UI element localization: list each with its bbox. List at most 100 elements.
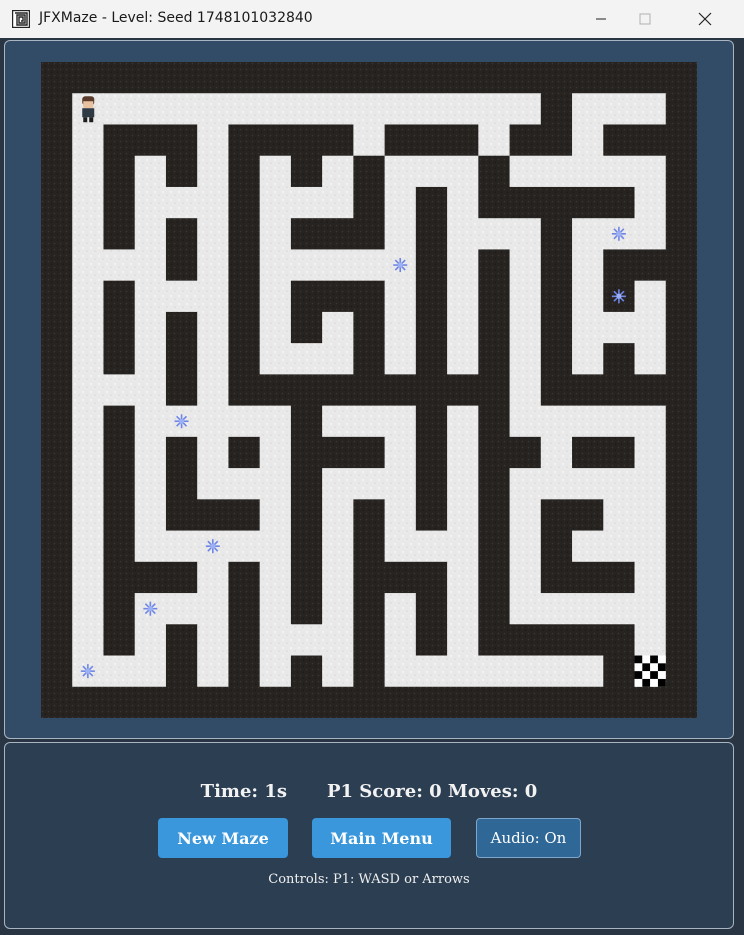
maze-floor [72,343,104,375]
maze-floor [134,499,167,532]
close-icon [698,12,712,26]
maze-floor [72,530,104,563]
maze-wall [259,62,292,94]
maze-floor [259,155,292,188]
snowflake-gem-icon [611,289,626,304]
maze-floor [634,186,667,219]
main-menu-button[interactable]: Main Menu [312,818,451,858]
maze-wall [353,686,386,718]
maze-wall [384,686,417,718]
maze-floor [134,155,167,188]
maze-wall [228,624,261,657]
maze-floor [634,436,667,469]
maze-floor [259,93,292,125]
maze-floor [603,155,636,188]
maze-floor [634,468,667,500]
maze-wall [165,468,198,500]
maze-wall [290,62,323,94]
maze-wall [478,468,511,500]
maze-wall [259,374,292,407]
maze-wall [353,655,386,688]
maze-wall [41,468,73,500]
maze-wall [665,624,697,657]
maze-wall [353,186,386,219]
maze-wall [353,280,386,313]
maze-floor [197,249,229,282]
maze-wall [572,436,604,469]
maze-wall [103,436,136,469]
maze-wall [41,686,73,718]
maze-wall [478,499,511,532]
audio-toggle-button[interactable]: Audio: On [476,818,581,858]
maze-wall [165,311,198,344]
maze-floor [322,155,354,188]
maze-wall [290,593,323,625]
maze-floor [603,405,636,438]
maze-floor [447,249,479,282]
maze-floor [259,530,292,563]
maze-wall [353,62,386,94]
maze-floor [322,561,354,594]
maze-wall [103,280,136,313]
maze-wall [228,62,261,94]
maze-floor [72,624,104,657]
maze-wall [415,249,448,282]
maze-wall [103,311,136,344]
maze-wall [41,655,73,688]
maze-floor [415,155,448,188]
maze-wall [290,218,323,250]
maze-wall [415,686,448,718]
maze-wall [384,124,417,157]
maze-floor [134,218,167,250]
maze-floor [322,405,354,438]
maze-wall [228,311,261,344]
maze-floor [134,311,167,344]
maze-floor [572,218,604,250]
maze-floor [384,93,417,125]
maze-wall [447,62,479,94]
maze-wall [228,280,261,313]
maze-floor [197,655,229,688]
maze-wall [665,124,697,157]
maximize-button[interactable] [616,0,674,38]
maze-wall [41,280,73,313]
maze-wall [665,311,697,344]
maze-floor [509,468,542,500]
maze-wall [103,405,136,438]
new-maze-button[interactable]: New Maze [158,818,288,858]
maze-wall [634,374,667,407]
maze-floor [322,343,354,375]
maze-floor [447,343,479,375]
maze-floor [134,93,167,125]
maze-wall [540,343,573,375]
maze-wall [353,374,386,407]
maze-wall [290,499,323,532]
maze-wall [665,343,697,375]
maze-floor [322,93,354,125]
maze-floor [259,655,292,688]
maze-floor [228,530,261,563]
maze-floor [197,561,229,594]
maze-floor [509,155,542,188]
maze-wall [134,686,167,718]
maze-wall [665,530,697,563]
finish-flag-icon [634,655,666,687]
maze-wall [509,624,542,657]
maze-wall [165,155,198,188]
maze-wall [540,186,573,219]
maze-wall [509,62,542,94]
close-button[interactable] [676,0,734,38]
maze-floor [134,624,167,657]
maze-wall [290,280,323,313]
maze-floor [509,218,542,250]
maze-floor [72,280,104,313]
maze-wall [353,593,386,625]
maze-floor [290,186,323,219]
maze-wall [322,436,354,469]
maze-floor [134,374,167,407]
maze-floor [603,311,636,344]
maze-wall [509,436,542,469]
maze-wall [478,155,511,188]
maze-wall [103,686,136,718]
maze-floor [72,124,104,157]
